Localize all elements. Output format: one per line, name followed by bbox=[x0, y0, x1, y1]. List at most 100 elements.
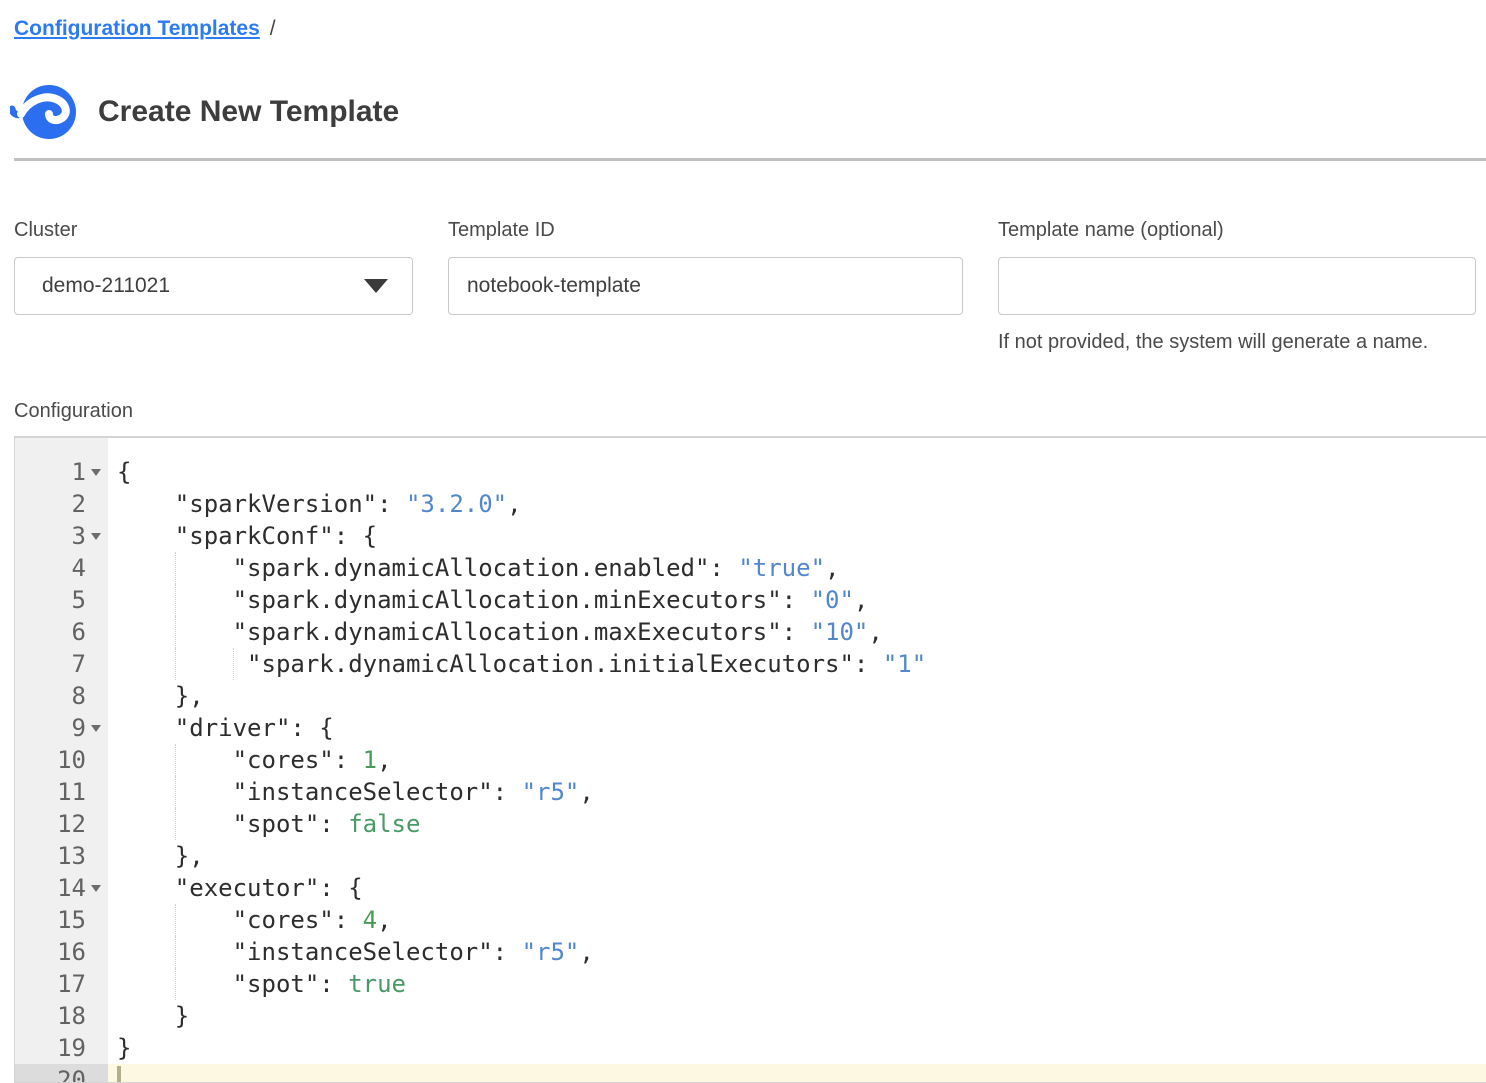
template-id-input[interactable] bbox=[448, 257, 963, 315]
code-line-15[interactable]: "cores": 4, bbox=[108, 904, 1486, 936]
cluster-selected-value: demo-211021 bbox=[42, 274, 170, 298]
cluster-label: Cluster bbox=[14, 219, 413, 242]
fold-spacer bbox=[86, 840, 105, 872]
fold-spacer bbox=[86, 488, 105, 520]
line-number: 6 bbox=[72, 616, 86, 648]
code-line-8[interactable]: }, bbox=[108, 680, 1486, 712]
token-string: "0" bbox=[811, 586, 854, 614]
token-string: "1" bbox=[883, 650, 926, 678]
line-number: 17 bbox=[57, 968, 86, 1000]
code-line-20[interactable] bbox=[108, 1064, 1486, 1083]
fold-spacer bbox=[86, 1032, 105, 1064]
gutter-line-10: 10 bbox=[15, 744, 108, 776]
gutter-line-4: 4 bbox=[15, 552, 108, 584]
create-template-page: Configuration Templates/ Create New Temp… bbox=[0, 0, 1486, 1073]
line-number: 5 bbox=[72, 584, 86, 616]
token-plain: "sparkConf": { bbox=[117, 522, 377, 550]
gutter-line-18: 18 bbox=[15, 1000, 108, 1032]
line-number: 20 bbox=[57, 1064, 86, 1083]
text-cursor bbox=[117, 1066, 121, 1083]
code-line-18[interactable]: } bbox=[108, 1000, 1486, 1032]
line-number: 7 bbox=[72, 648, 86, 680]
header-divider bbox=[14, 158, 1486, 161]
code-line-5[interactable]: "spark.dynamicAllocation.minExecutors": … bbox=[108, 584, 1486, 616]
gutter-line-5: 5 bbox=[15, 584, 108, 616]
gutter-line-1: 1 bbox=[15, 456, 108, 488]
code-line-19[interactable]: } bbox=[108, 1032, 1486, 1064]
breadcrumb: Configuration Templates/ bbox=[14, 14, 276, 44]
code-line-7[interactable]: "spark.dynamicAllocation.initialExecutor… bbox=[108, 648, 1486, 680]
indent-guide bbox=[175, 744, 176, 776]
template-name-input[interactable] bbox=[998, 257, 1476, 315]
indent-guide bbox=[175, 904, 176, 936]
token-plain: "spot": bbox=[117, 810, 348, 838]
token-plain: , bbox=[825, 554, 839, 582]
indent-guide bbox=[175, 968, 176, 1000]
token-string: "true" bbox=[738, 554, 825, 582]
code-line-1[interactable]: { bbox=[108, 456, 1486, 488]
indent-guide bbox=[175, 776, 176, 808]
chevron-down-icon bbox=[364, 279, 388, 293]
token-plain: }, bbox=[117, 842, 204, 870]
code-line-3[interactable]: "sparkConf": { bbox=[108, 520, 1486, 552]
code-line-13[interactable]: }, bbox=[108, 840, 1486, 872]
line-number: 14 bbox=[57, 872, 86, 904]
indent-guide bbox=[233, 648, 234, 680]
line-number: 12 bbox=[57, 808, 86, 840]
fold-arrow-icon[interactable] bbox=[86, 872, 105, 904]
code-line-12[interactable]: "spot": false bbox=[108, 808, 1486, 840]
cluster-select[interactable]: demo-211021 bbox=[14, 257, 413, 315]
token-boolean: true bbox=[348, 970, 406, 998]
page-title: Create New Template bbox=[98, 95, 399, 129]
configuration-code-editor[interactable]: 1234567891011121314151617181920 { "spark… bbox=[14, 436, 1486, 1083]
fold-spacer bbox=[86, 1000, 105, 1032]
token-plain: "cores": bbox=[117, 746, 363, 774]
token-plain: "spark.dynamicAllocation.enabled": bbox=[117, 554, 738, 582]
gutter-line-6: 6 bbox=[15, 616, 108, 648]
gutter-line-13: 13 bbox=[15, 840, 108, 872]
fold-arrow-icon[interactable] bbox=[86, 456, 105, 488]
fold-spacer bbox=[86, 1064, 105, 1083]
gutter-line-16: 16 bbox=[15, 936, 108, 968]
fold-spacer bbox=[86, 808, 105, 840]
cluster-field: Cluster demo-211021 bbox=[14, 219, 413, 315]
token-plain: "driver": { bbox=[117, 714, 334, 742]
template-id-label: Template ID bbox=[448, 219, 963, 242]
breadcrumb-link-configuration-templates[interactable]: Configuration Templates bbox=[14, 17, 260, 40]
indent-guide bbox=[175, 936, 176, 968]
line-number: 13 bbox=[57, 840, 86, 872]
fold-arrow-icon[interactable] bbox=[86, 520, 105, 552]
code-line-4[interactable]: "spark.dynamicAllocation.enabled": "true… bbox=[108, 552, 1486, 584]
indent-guide bbox=[175, 648, 176, 680]
fold-spacer bbox=[86, 904, 105, 936]
code-line-14[interactable]: "executor": { bbox=[108, 872, 1486, 904]
code-line-10[interactable]: "cores": 1, bbox=[108, 744, 1486, 776]
gutter-line-7: 7 bbox=[15, 648, 108, 680]
editor-gutter: 1234567891011121314151617181920 bbox=[15, 438, 108, 1082]
page-header: Create New Template bbox=[10, 83, 399, 141]
editor-code-area[interactable]: { "sparkVersion": "3.2.0", "sparkConf": … bbox=[108, 438, 1486, 1082]
token-plain: , bbox=[868, 618, 882, 646]
token-string: "10" bbox=[811, 618, 869, 646]
code-line-9[interactable]: "driver": { bbox=[108, 712, 1486, 744]
line-number: 15 bbox=[57, 904, 86, 936]
token-plain: "spot": bbox=[117, 970, 348, 998]
fold-arrow-icon[interactable] bbox=[86, 712, 105, 744]
line-number: 2 bbox=[72, 488, 86, 520]
token-plain: } bbox=[117, 1002, 189, 1030]
gutter-line-12: 12 bbox=[15, 808, 108, 840]
code-line-11[interactable]: "instanceSelector": "r5", bbox=[108, 776, 1486, 808]
code-line-16[interactable]: "instanceSelector": "r5", bbox=[108, 936, 1486, 968]
code-line-17[interactable]: "spot": true bbox=[108, 968, 1486, 1000]
fold-spacer bbox=[86, 552, 105, 584]
indent-guide bbox=[175, 584, 176, 616]
token-number: 4 bbox=[363, 906, 377, 934]
token-plain: , bbox=[854, 586, 868, 614]
line-number: 19 bbox=[57, 1032, 86, 1064]
code-line-2[interactable]: "sparkVersion": "3.2.0", bbox=[108, 488, 1486, 520]
code-line-6[interactable]: "spark.dynamicAllocation.maxExecutors": … bbox=[108, 616, 1486, 648]
token-plain: , bbox=[507, 490, 521, 518]
token-plain: "instanceSelector": bbox=[117, 778, 522, 806]
fold-spacer bbox=[86, 776, 105, 808]
indent-guide bbox=[175, 808, 176, 840]
